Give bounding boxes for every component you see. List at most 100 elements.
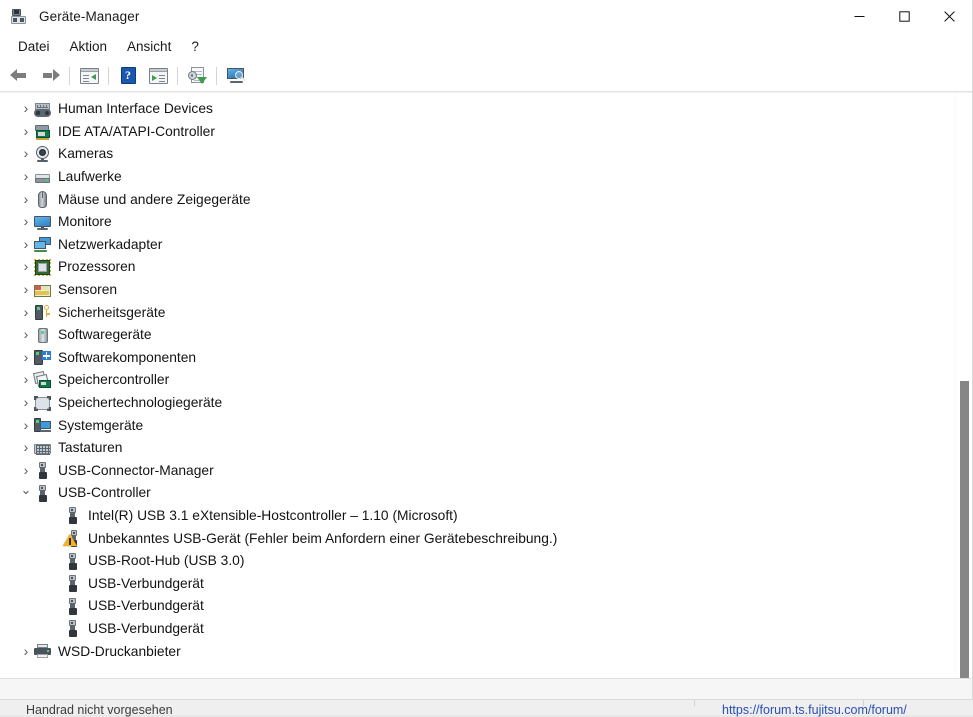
tree-item[interactable]: › USB-Connector-Manager bbox=[0, 460, 954, 483]
chevron-right-icon[interactable]: › bbox=[18, 281, 34, 297]
properties-button[interactable] bbox=[74, 63, 104, 89]
tree-item-label: USB-Verbundgerät bbox=[88, 598, 204, 614]
tree-item[interactable]: › Prozessoren bbox=[0, 256, 954, 279]
usb-icon bbox=[34, 462, 51, 480]
tree-item[interactable]: › Speichertechnologiegeräte bbox=[0, 392, 954, 415]
tree-item-label: USB-Verbundgerät bbox=[88, 620, 204, 636]
toolbar-separator-2 bbox=[108, 66, 109, 85]
menu-item-aktion[interactable]: Aktion bbox=[60, 36, 118, 57]
forward-button[interactable] bbox=[35, 63, 65, 89]
chevron-down-icon[interactable]: ⌄ bbox=[18, 482, 34, 498]
chevron-right-icon[interactable]: › bbox=[18, 349, 34, 365]
tree-item[interactable]: › Monitore bbox=[0, 211, 954, 234]
chevron-right-icon[interactable]: › bbox=[18, 462, 34, 478]
chevron-right-icon[interactable]: › bbox=[18, 191, 34, 207]
back-button[interactable] bbox=[5, 63, 35, 89]
menu-item-datei[interactable]: Datei bbox=[8, 36, 60, 57]
tree-item[interactable]: › Softwarekomponenten bbox=[0, 347, 954, 370]
maximize-button[interactable] bbox=[882, 0, 927, 32]
chevron-right-icon[interactable]: › bbox=[18, 145, 34, 161]
vertical-scrollbar[interactable] bbox=[955, 93, 972, 678]
tree-item-label: Softwarekomponenten bbox=[58, 349, 197, 365]
status-bar bbox=[0, 678, 972, 699]
tree-item-label: Sicherheitsgeräte bbox=[58, 304, 166, 320]
update-driver-button[interactable] bbox=[143, 63, 173, 89]
tree-item[interactable]: ⌄ USB-Controller bbox=[0, 482, 954, 505]
chevron-right-icon[interactable]: › bbox=[18, 123, 34, 139]
chevron-right-icon[interactable]: › bbox=[18, 439, 34, 455]
menu-item-hilfe[interactable]: ? bbox=[181, 36, 209, 57]
tree-item[interactable]: › Softwaregeräte bbox=[0, 324, 954, 347]
tree-item[interactable]: › Mäuse und andere Zeigegeräte bbox=[0, 188, 954, 211]
tree-item[interactable]: USB-Verbundgerät bbox=[0, 595, 954, 618]
software-component-icon bbox=[34, 349, 51, 366]
tree-item[interactable]: Intel(R) USB 3.1 eXtensible-Hostcontroll… bbox=[0, 505, 954, 528]
toolbar-separator-3 bbox=[177, 66, 178, 85]
usb-icon bbox=[64, 575, 81, 593]
tree-item-label: Unbekanntes USB-Gerät (Fehler beim Anfor… bbox=[88, 530, 558, 546]
tree-item-label: Monitore bbox=[58, 214, 112, 230]
tree-item[interactable]: › Human Interface Devices bbox=[0, 98, 954, 121]
show-hidden-devices-button[interactable] bbox=[221, 63, 251, 89]
chevron-right-icon[interactable]: › bbox=[18, 417, 34, 433]
tree-item[interactable]: › Kameras bbox=[0, 143, 954, 166]
tree-item[interactable]: › IDE ATA/ATAPI-Controller bbox=[0, 121, 954, 144]
tree-item[interactable]: › Systemgeräte bbox=[0, 414, 954, 437]
processor-icon bbox=[34, 258, 51, 276]
tree-item[interactable]: › WSD-Druckanbieter bbox=[0, 640, 954, 663]
human-interface-device-icon bbox=[34, 101, 51, 118]
scan-hardware-changes-icon bbox=[187, 67, 207, 84]
ide-controller-icon bbox=[34, 123, 51, 141]
tree-item[interactable]: › Sicherheitsgeräte bbox=[0, 301, 954, 324]
device-manager-icon bbox=[11, 8, 28, 25]
chevron-right-icon[interactable]: › bbox=[18, 168, 34, 184]
chevron-right-icon[interactable]: › bbox=[18, 326, 34, 342]
chevron-right-icon[interactable]: › bbox=[18, 394, 34, 410]
tree-item[interactable]: › Netzwerkadapter bbox=[0, 234, 954, 257]
disk-drive-icon bbox=[34, 169, 51, 186]
mouse-icon bbox=[34, 191, 51, 209]
tree-item-label: USB-Verbundgerät bbox=[88, 575, 204, 591]
tree-item-label: Kameras bbox=[58, 146, 114, 162]
tree-item-label: USB-Connector-Manager bbox=[58, 462, 214, 478]
toolbar-separator-4 bbox=[216, 66, 217, 85]
arrow-left-icon bbox=[10, 68, 30, 83]
title-bar[interactable]: Geräte-Manager bbox=[0, 0, 972, 32]
arrow-right-icon bbox=[40, 68, 60, 83]
vertical-scrollbar-thumb[interactable] bbox=[960, 381, 969, 678]
chevron-right-icon[interactable]: › bbox=[18, 100, 34, 116]
storage-technology-icon bbox=[34, 395, 51, 412]
tree-item[interactable]: USB-Verbundgerät bbox=[0, 572, 954, 595]
help-button[interactable]: ? bbox=[113, 63, 143, 89]
tree-item[interactable]: › Speichercontroller bbox=[0, 369, 954, 392]
chevron-right-icon[interactable]: › bbox=[18, 371, 34, 387]
chevron-right-icon[interactable]: › bbox=[18, 213, 34, 229]
tree-item[interactable]: Unbekanntes USB-Gerät (Fehler beim Anfor… bbox=[0, 527, 954, 550]
device-tree-pane: › Human Interface Devices › IDE ATA/ATAPI-C… bbox=[0, 92, 972, 678]
tree-item-label: WSD-Druckanbieter bbox=[58, 643, 181, 659]
tree-item-label: Human Interface Devices bbox=[58, 101, 213, 117]
tree-item[interactable]: USB-Root-Hub (USB 3.0) bbox=[0, 550, 954, 573]
chevron-right-icon[interactable]: › bbox=[18, 236, 34, 252]
tree-item-label: Netzwerkadapter bbox=[58, 236, 163, 252]
scan-hardware-button[interactable] bbox=[182, 63, 212, 89]
tree-item[interactable]: › Sensoren bbox=[0, 279, 954, 302]
menu-item-ansicht[interactable]: Ansicht bbox=[117, 36, 181, 57]
tree-item[interactable]: USB-Verbundgerät bbox=[0, 618, 954, 641]
minimize-button[interactable] bbox=[837, 0, 882, 32]
toolbar: ? bbox=[0, 60, 972, 92]
close-button[interactable] bbox=[927, 0, 972, 32]
tree-item-label: Speichertechnologiegeräte bbox=[58, 395, 223, 411]
tree-item-label: Intel(R) USB 3.1 eXtensible-Hostcontroll… bbox=[88, 507, 458, 523]
usb-icon bbox=[34, 484, 51, 502]
tree-item-label: USB-Root-Hub (USB 3.0) bbox=[88, 553, 245, 569]
tree-item-label: Softwaregeräte bbox=[58, 327, 152, 343]
printer-icon bbox=[34, 643, 51, 660]
tree-item[interactable]: › Tastaturen bbox=[0, 437, 954, 460]
chevron-right-icon[interactable]: › bbox=[18, 258, 34, 274]
security-device-icon bbox=[34, 304, 51, 321]
chevron-right-icon[interactable]: › bbox=[18, 643, 34, 659]
chevron-right-icon[interactable]: › bbox=[18, 304, 34, 320]
software-device-icon bbox=[34, 327, 51, 344]
tree-item[interactable]: › Laufwerke bbox=[0, 166, 954, 189]
